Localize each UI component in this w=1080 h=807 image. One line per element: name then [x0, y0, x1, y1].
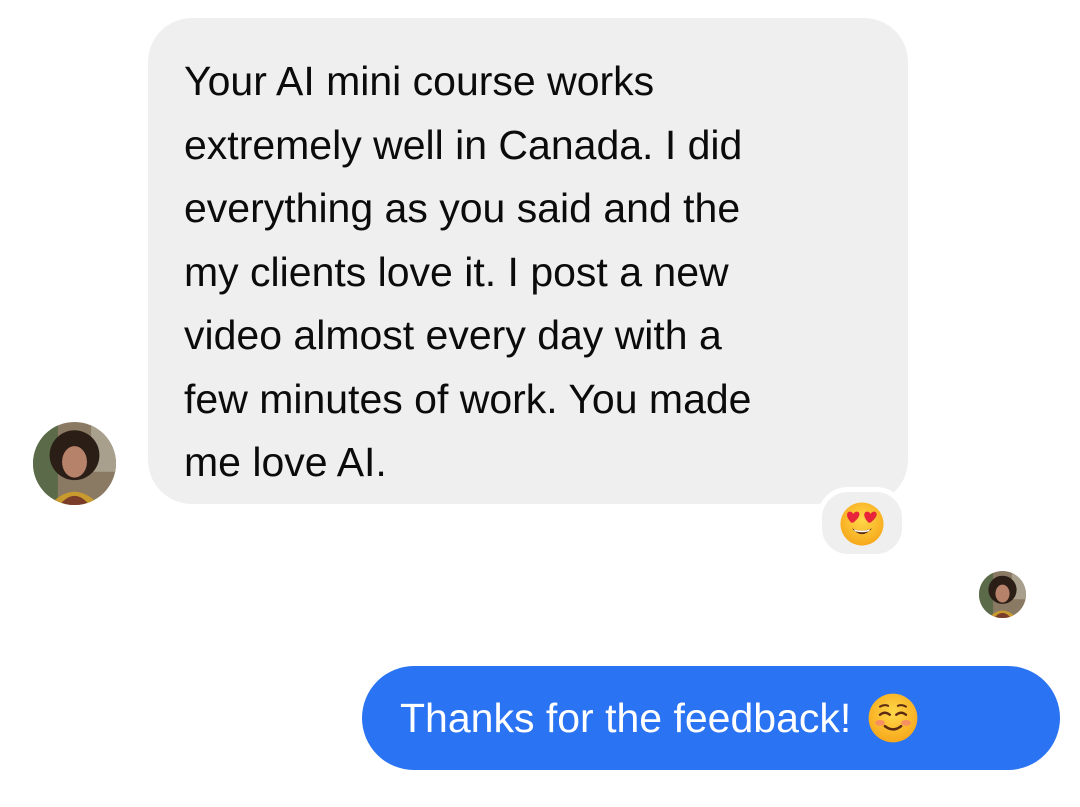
sender-avatar[interactable] [33, 422, 116, 505]
chat-thread: Your AI mini course works extremely well… [0, 0, 1080, 807]
heart-eyes-emoji-icon [840, 502, 884, 546]
smiling-blush-emoji-icon [867, 692, 919, 744]
avatar-photo-icon [33, 422, 116, 505]
incoming-message-bubble[interactable]: Your AI mini course works extremely well… [148, 18, 908, 504]
outgoing-message-bubble[interactable]: Thanks for the feedback! [362, 666, 1060, 770]
seen-receipt-avatar [979, 571, 1026, 618]
outgoing-message-text: Thanks for the feedback! [400, 694, 852, 741]
avatar-photo-icon [979, 571, 1026, 618]
message-reaction[interactable] [817, 487, 907, 559]
